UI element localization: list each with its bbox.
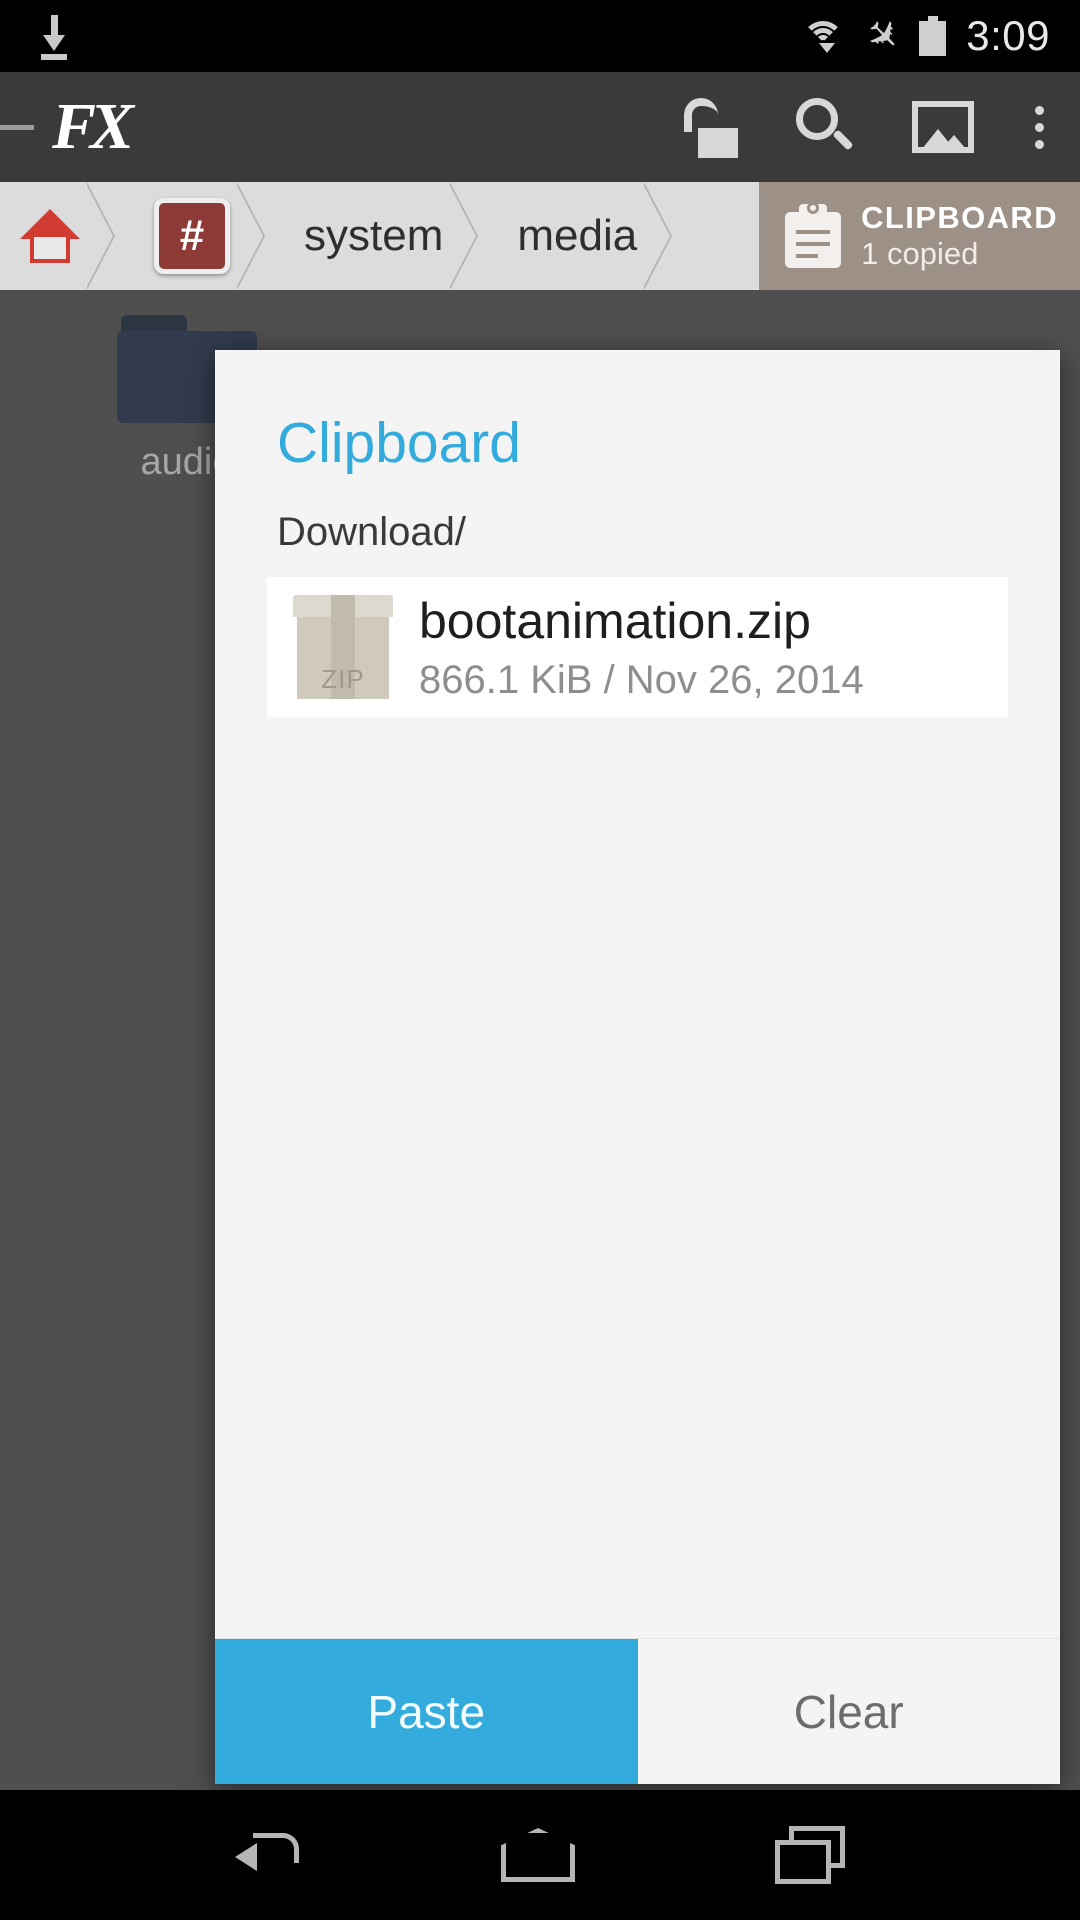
app-bar: FX (0, 72, 1080, 182)
app-bar-actions (682, 98, 1080, 158)
paste-button[interactable]: Paste (215, 1639, 638, 1784)
zip-icon-label: ZIP (321, 664, 365, 694)
breadcrumb: # system media CLIPBOARD 1 copied (0, 182, 1080, 290)
zip-file-icon: ZIP (293, 595, 393, 699)
search-icon[interactable] (796, 98, 854, 156)
clipboard-item-details: 866.1 KiB / Nov 26, 2014 (419, 657, 864, 702)
dialog-actions: Paste Clear (215, 1638, 1060, 1784)
download-icon (34, 13, 74, 60)
gallery-icon[interactable] (912, 101, 974, 153)
status-bar: ✈ 3:09 (0, 0, 1080, 72)
back-icon[interactable] (235, 1829, 301, 1881)
breadcrumb-item-home[interactable] (0, 182, 115, 290)
clipboard-item-meta: bootanimation.zip 866.1 KiB / Nov 26, 20… (419, 592, 864, 703)
breadcrumb-item-media[interactable]: media (477, 182, 673, 290)
navigation-bar (0, 1790, 1080, 1920)
overflow-menu-icon[interactable] (1032, 105, 1046, 149)
home-icon[interactable] (501, 1828, 575, 1882)
clipboard-chip-text: CLIPBOARD 1 copied (861, 200, 1058, 271)
home-icon (20, 207, 80, 265)
clipboard-chip-title: CLIPBOARD (861, 200, 1058, 236)
breadcrumb-item-root[interactable]: # (114, 182, 265, 290)
root-hash-icon: # (154, 198, 230, 274)
status-bar-clock: 3:09 (966, 12, 1050, 59)
clear-button[interactable]: Clear (637, 1639, 1060, 1784)
clipboard-icon (785, 202, 842, 268)
clipboard-dialog: Clipboard Download/ ZIP bootanimation.zi… (215, 350, 1060, 1784)
unlock-icon[interactable] (682, 98, 738, 158)
breadcrumb-item-system[interactable]: system (264, 182, 479, 290)
drawer-handle[interactable] (0, 124, 34, 130)
status-bar-right: ✈ 3:09 (801, 8, 1080, 64)
status-bar-left (0, 13, 74, 60)
wifi-icon (801, 19, 846, 53)
dialog-body: ZIP bootanimation.zip 866.1 KiB / Nov 26… (215, 555, 1060, 1638)
dialog-title: Clipboard (277, 411, 521, 475)
device-screen: ✈ 3:09 FX # system media CLIPBOARD 1 cop… (0, 0, 1080, 1920)
clipboard-chip[interactable]: CLIPBOARD 1 copied (759, 182, 1080, 290)
airplane-mode-icon: ✈ (855, 8, 910, 64)
clipboard-chip-subtitle: 1 copied (861, 236, 979, 271)
clipboard-item-name: bootanimation.zip (419, 592, 811, 649)
app-logo[interactable]: FX (52, 94, 134, 160)
dialog-path-label: Download/ (277, 510, 467, 554)
clipboard-list-item[interactable]: ZIP bootanimation.zip 866.1 KiB / Nov 26… (267, 577, 1008, 717)
battery-icon (919, 16, 947, 56)
recents-icon[interactable] (775, 1826, 845, 1884)
